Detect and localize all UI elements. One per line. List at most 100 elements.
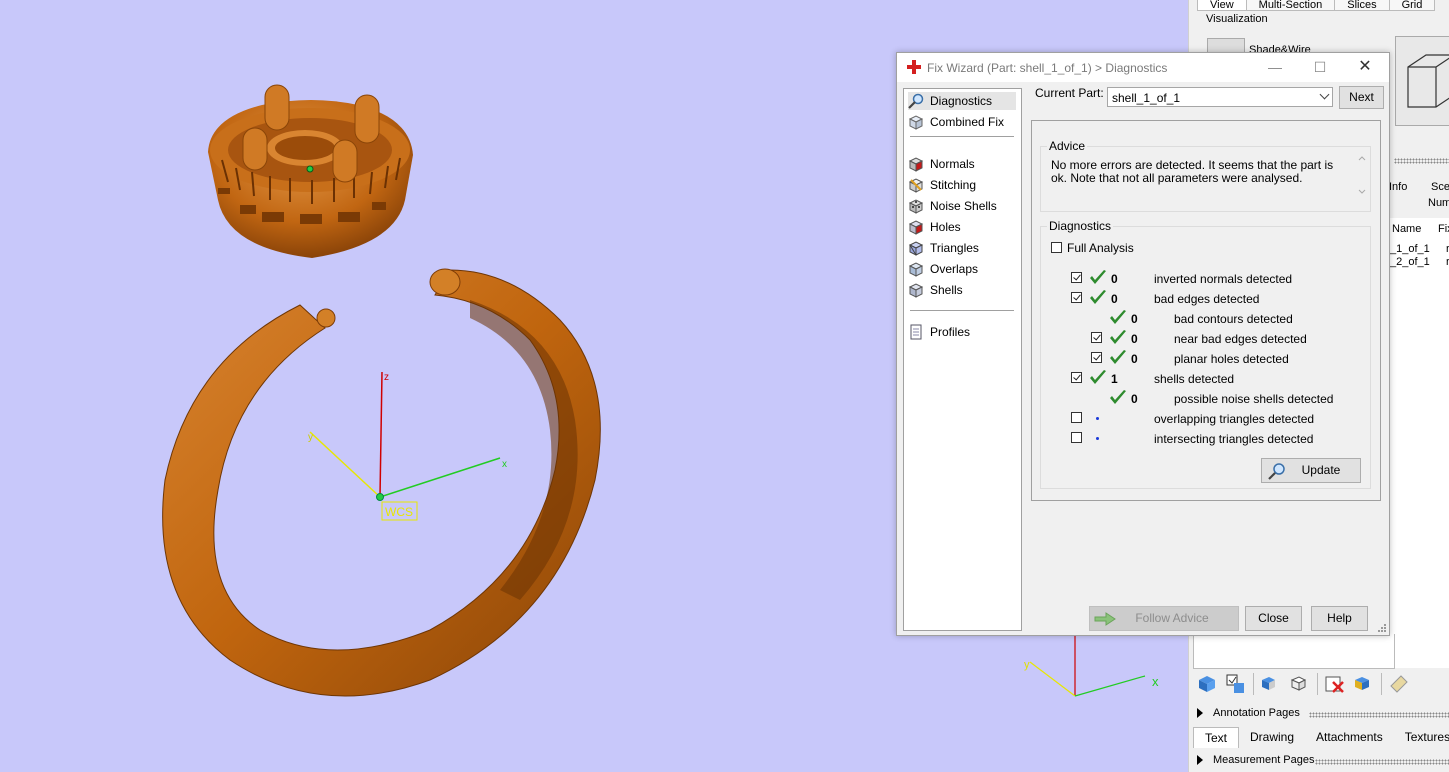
diagnostic-row: 0 inverted normals detected (1041, 270, 1361, 288)
check-icon (1110, 350, 1126, 364)
update-button[interactable]: Update (1261, 458, 1361, 483)
splitter-dots (1394, 158, 1449, 164)
nav-item-shells[interactable]: Shells (908, 281, 963, 299)
tab-multi-section[interactable]: Multi-Section (1245, 0, 1336, 11)
tab-attachments[interactable]: Attachments (1305, 727, 1394, 748)
info-tab[interactable]: Info (1389, 181, 1407, 193)
tab-slices[interactable]: Slices (1334, 0, 1390, 11)
tab-grid[interactable]: Grid (1388, 0, 1436, 11)
axis-y-label: y (308, 432, 313, 443)
arrow-right-icon (1094, 612, 1116, 626)
magnifier-icon (1268, 463, 1285, 480)
diagnostic-label: inverted normals detected (1154, 272, 1293, 286)
check-icon (1090, 290, 1106, 304)
full-analysis-label: Full Analysis (1067, 241, 1134, 255)
diagnostic-checkbox[interactable] (1071, 292, 1082, 303)
next-button[interactable]: Next (1339, 86, 1384, 109)
nav-item-holes[interactable]: Holes (908, 218, 961, 236)
diagnostic-label: intersecting triangles detected (1154, 432, 1314, 446)
invert-selection-icon[interactable] (1224, 672, 1248, 696)
combined-fix-icon (908, 114, 924, 130)
tab-textures[interactable]: Textures (1394, 727, 1449, 748)
check-icon (1090, 270, 1106, 284)
full-analysis-checkbox[interactable] (1051, 242, 1062, 253)
mini-axis-y-label: y (1024, 659, 1030, 671)
select-parts-icon[interactable] (1195, 672, 1219, 696)
diagnostic-checkbox[interactable] (1071, 272, 1082, 283)
diagnostics-title: Diagnostics (1047, 219, 1114, 233)
merge-parts-icon[interactable] (1259, 672, 1283, 696)
chevron-down-icon (1319, 89, 1330, 100)
texture-icon[interactable] (1387, 672, 1411, 696)
nav-item-triangles[interactable]: Triangles (908, 239, 979, 257)
fix-wizard-dialog: Fix Wizard (Part: shell_1_of_1) > Diagno… (896, 52, 1390, 636)
diagnostic-count: 0 (1111, 272, 1118, 286)
axis-z-label: z (384, 372, 389, 383)
stitching-cube-icon (908, 177, 924, 193)
red-cross-icon (907, 60, 921, 74)
copy-parts-icon[interactable] (1288, 672, 1312, 696)
close-button[interactable]: Close (1245, 606, 1302, 631)
expand-triangle-icon[interactable] (1197, 755, 1203, 765)
scene-tab[interactable]: Scer (1431, 181, 1449, 193)
nav-item-stitching[interactable]: Stitching (908, 176, 976, 194)
col-fix[interactable]: Fix (1438, 223, 1449, 235)
close-window-button[interactable]: ✕ (1353, 57, 1377, 77)
advice-title: Advice (1047, 139, 1088, 153)
panel-lower-area (1193, 634, 1395, 669)
maximize-button[interactable]: ☐ (1308, 57, 1332, 77)
list-item[interactable]: _1_of_1 (1390, 243, 1430, 255)
advice-scrollbar[interactable] (1356, 153, 1368, 197)
pending-dot-icon (1096, 437, 1099, 440)
measurement-pages-section[interactable]: Measurement Pages (1197, 754, 1315, 766)
mini-axis-x-label: x (1152, 674, 1159, 689)
diagnostic-row: 0 bad contours detected (1041, 310, 1361, 328)
view-cube-icon[interactable] (1395, 36, 1449, 126)
update-label: Update (1301, 463, 1341, 477)
nav-item-diagnostics[interactable]: Diagnostics (908, 92, 1016, 110)
diagnostic-checkbox[interactable] (1091, 352, 1102, 363)
diagnostic-label: shells detected (1154, 372, 1235, 386)
tab-text[interactable]: Text (1193, 727, 1240, 748)
diagnostic-label: bad contours detected (1174, 312, 1293, 326)
follow-advice-button[interactable]: Follow Advice (1089, 606, 1239, 631)
diagnostic-row: intersecting triangles detected (1041, 430, 1361, 448)
diagnostic-count: 0 (1131, 312, 1138, 326)
normals-cube-icon (908, 156, 924, 172)
check-icon (1110, 390, 1126, 404)
nav-item-overlaps[interactable]: Overlaps (908, 260, 978, 278)
mini-axes: x y (1024, 636, 1159, 697)
pending-dot-icon (1096, 417, 1099, 420)
nav-item-profiles[interactable]: Profiles (908, 323, 970, 341)
nav-item-noise-shells[interactable]: Noise Shells (908, 197, 997, 215)
delete-parts-icon[interactable] (1323, 672, 1347, 696)
triangles-cube-icon (908, 240, 924, 256)
diagnostic-count: 1 (1111, 372, 1118, 386)
help-button[interactable]: Help (1311, 606, 1368, 631)
holes-cube-icon (908, 219, 924, 235)
col-name[interactable]: Name (1392, 223, 1421, 235)
tab-drawing[interactable]: Drawing (1239, 727, 1305, 748)
diagnostic-checkbox[interactable] (1071, 432, 1082, 443)
diagnostic-checkbox[interactable] (1071, 412, 1082, 423)
annotation-pages-section[interactable]: Annotation Pages (1197, 707, 1300, 719)
resize-grip-icon[interactable] (1377, 623, 1387, 633)
dialog-titlebar[interactable]: Fix Wizard (Part: shell_1_of_1) > Diagno… (897, 53, 1389, 82)
diagnostic-label: overlapping triangles detected (1154, 412, 1315, 426)
nav-item-normals[interactable]: Normals (908, 155, 975, 173)
minimize-button[interactable]: — (1263, 57, 1287, 77)
diagnostic-row: 1 shells detected (1041, 370, 1361, 388)
diagnostic-checkbox[interactable] (1091, 332, 1102, 343)
tab-view[interactable]: View (1197, 0, 1247, 11)
expand-triangle-icon[interactable] (1197, 708, 1203, 718)
list-item[interactable]: _2_of_1 (1390, 256, 1430, 268)
nav-item-combined-fix[interactable]: Combined Fix (908, 113, 1004, 131)
current-part-select[interactable]: shell_1_of_1 (1107, 87, 1333, 107)
measurement-pages-label: Measurement Pages (1213, 754, 1315, 766)
repair-parts-icon[interactable] (1352, 672, 1376, 696)
part-list[interactable]: Name Fix _1_of_1 r _2_of_1 r (1387, 218, 1449, 668)
diagnostic-checkbox[interactable] (1071, 372, 1082, 383)
diagnostic-count: 0 (1131, 392, 1138, 406)
diagnostic-row: 0 possible noise shells detected (1041, 390, 1361, 408)
ring-head (208, 84, 413, 258)
